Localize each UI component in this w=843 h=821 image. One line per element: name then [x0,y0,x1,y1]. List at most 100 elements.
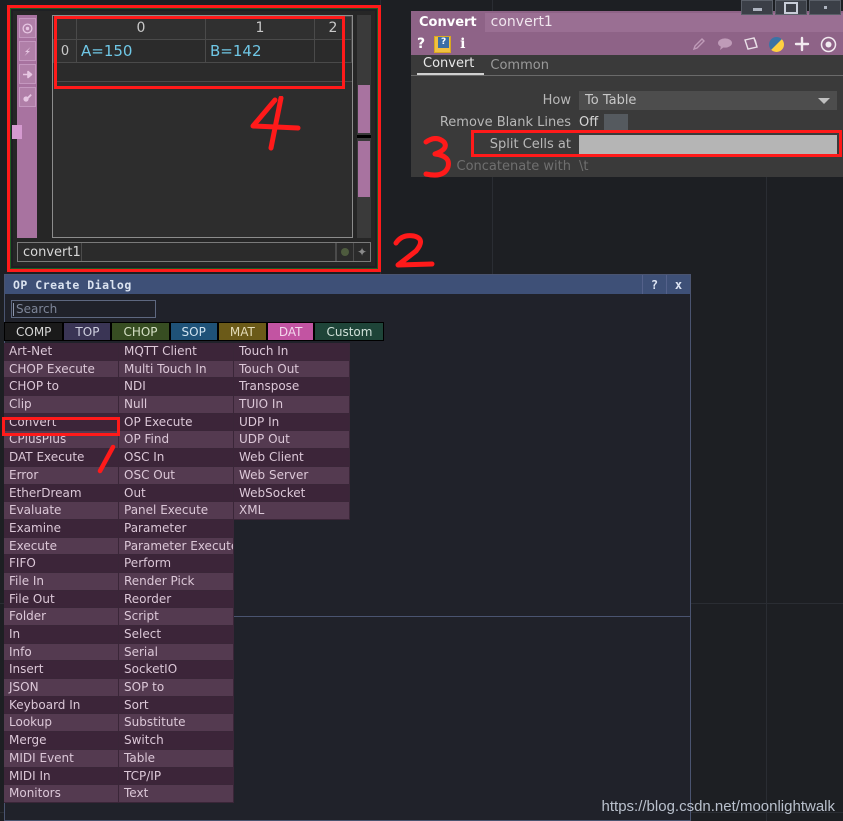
op-list-item[interactable]: OP Find [119,431,234,450]
op-list-item[interactable]: Multi Touch In [119,360,234,379]
op-list-item[interactable]: OSC In [119,449,234,467]
help-question-icon[interactable]: ? [417,36,425,52]
op-dialog-titlebar[interactable]: OP Create Dialog ? x [5,275,690,294]
tab-convert[interactable]: Convert [417,56,485,75]
op-list-item-selected[interactable]: Convert [4,413,119,432]
op-list-item[interactable]: Text [119,785,234,803]
tab-top[interactable]: TOP [63,322,112,341]
op-list-item[interactable]: XML [234,502,350,520]
op-list-item[interactable]: Monitors [4,785,119,803]
op-dialog-help-button[interactable]: ? [642,275,666,294]
op-list-item[interactable]: JSON [4,679,119,697]
op-list-item[interactable]: Switch [119,732,234,750]
op-dialog-close-button[interactable]: x [666,275,690,294]
op-list-item[interactable]: Reorder [119,590,234,609]
op-list-item[interactable]: CHOP to [4,378,119,397]
tab-mat[interactable]: MAT [217,322,267,341]
op-list-item[interactable]: Script [119,608,234,626]
pencil-icon[interactable] [691,36,707,52]
search-input[interactable]: Search [11,300,156,318]
op-list-item[interactable]: Info [4,643,119,662]
op-list-item[interactable]: SOP to [119,679,234,697]
operator-name-field[interactable]: convert1 [484,12,843,32]
op-list-item[interactable]: Sort [119,696,234,715]
tab-common[interactable]: Common [484,58,559,75]
param-menu-how[interactable]: To Table [579,90,837,110]
op-strip-handle[interactable] [12,125,22,139]
op-list-item[interactable]: Touch Out [234,360,350,379]
table-cell-0-2[interactable] [314,39,352,63]
op-list-item[interactable]: Parameter Execute [119,537,234,556]
op-list-item[interactable]: TCP/IP [119,767,234,786]
table-col-header-0[interactable]: 0 [76,16,206,40]
dat-scroll-thumb-lower[interactable] [358,141,370,197]
plus-icon[interactable] [794,36,810,52]
op-list-item[interactable]: UDP Out [234,431,350,450]
op-list-item[interactable]: Insert [4,661,119,680]
minimize-button[interactable] [741,0,773,15]
op-list-item[interactable]: Web Server [234,466,350,485]
display-flag-icon[interactable] [19,64,36,84]
dat-add-button[interactable]: ✦ [353,243,370,261]
param-value-concatenate-with[interactable]: \t [579,159,588,174]
tab-custom[interactable]: Custom [314,322,385,341]
op-list-item[interactable]: Parameter [119,519,234,538]
dat-table-view[interactable]: 0 1 2 0 A=150 B=142 [52,15,353,238]
op-list-item[interactable]: Out [119,484,234,503]
op-list-item[interactable]: File Out [4,590,119,609]
op-list-item[interactable]: CHOP Execute [4,360,119,379]
op-list-item[interactable]: MIDI Event [4,749,119,768]
maximize-button[interactable] [775,0,807,15]
op-list-item[interactable]: Examine [4,519,119,538]
op-list-item[interactable]: Web Client [234,449,350,467]
op-list-item[interactable]: Table [119,749,234,768]
bypass-flag-icon[interactable] [19,41,36,61]
dat-status-dot-button[interactable] [336,243,353,261]
param-toggle-remove-blank-lines[interactable] [604,113,629,131]
op-list-item[interactable]: Folder [4,608,119,626]
dat-name-value[interactable]: convert1 [18,245,81,260]
op-list-item[interactable]: Serial [119,643,234,662]
op-list-item[interactable]: MQTT Client [119,343,234,361]
op-list-item[interactable]: In [4,626,119,644]
op-list-item[interactable]: EtherDream [4,484,119,503]
op-list-item[interactable]: Perform [119,555,234,573]
comment-icon[interactable] [717,37,733,51]
op-list-item[interactable]: WebSocket [234,484,350,503]
tab-dat[interactable]: DAT [266,322,315,341]
op-list-item[interactable]: OSC Out [119,466,234,485]
op-list-item[interactable]: TUIO In [234,396,350,414]
op-list-item[interactable]: Keyboard In [4,696,119,715]
table-row-header-0[interactable]: 0 [53,39,77,63]
op-list-item[interactable]: Art-Net [4,343,119,361]
op-list-item[interactable]: Substitute [119,714,234,733]
op-list-item[interactable]: MIDI In [4,767,119,786]
target-icon[interactable] [820,36,837,53]
tab-chop[interactable]: CHOP [111,322,170,341]
op-list-item[interactable]: Transpose [234,378,350,397]
op-list-item[interactable]: NDI [119,378,234,397]
op-list-item[interactable]: FIFO [4,555,119,573]
op-list-item[interactable]: Render Pick [119,572,234,591]
tab-comp[interactable]: COMP [4,322,64,341]
op-list-item[interactable]: Merge [4,732,119,750]
op-list-item[interactable]: File In [4,572,119,591]
op-list-item[interactable]: Execute [4,537,119,556]
viewer-flag-icon[interactable] [19,18,36,38]
op-list-item[interactable]: Touch In [234,343,350,361]
tab-sop[interactable]: SOP [169,322,218,341]
table-cell-0-0[interactable]: A=150 [76,39,206,63]
op-list-item[interactable]: Panel Execute [119,502,234,520]
table-cell-0-1[interactable]: B=142 [205,39,315,63]
op-list-item[interactable]: Clip [4,396,119,414]
op-list-item[interactable]: Lookup [4,714,119,733]
op-list-item[interactable]: SocketIO [119,661,234,680]
op-list-item[interactable]: Select [119,626,234,644]
dat-vertical-scrollbar[interactable] [357,15,371,238]
op-list-item[interactable]: OP Execute [119,413,234,432]
python-icon[interactable] [769,36,784,52]
op-list-item[interactable]: Evaluate [4,502,119,520]
lock-flag-icon[interactable] [19,87,36,107]
param-field-split-cells-at[interactable] [579,134,837,154]
op-list-item[interactable]: Null [119,396,234,414]
